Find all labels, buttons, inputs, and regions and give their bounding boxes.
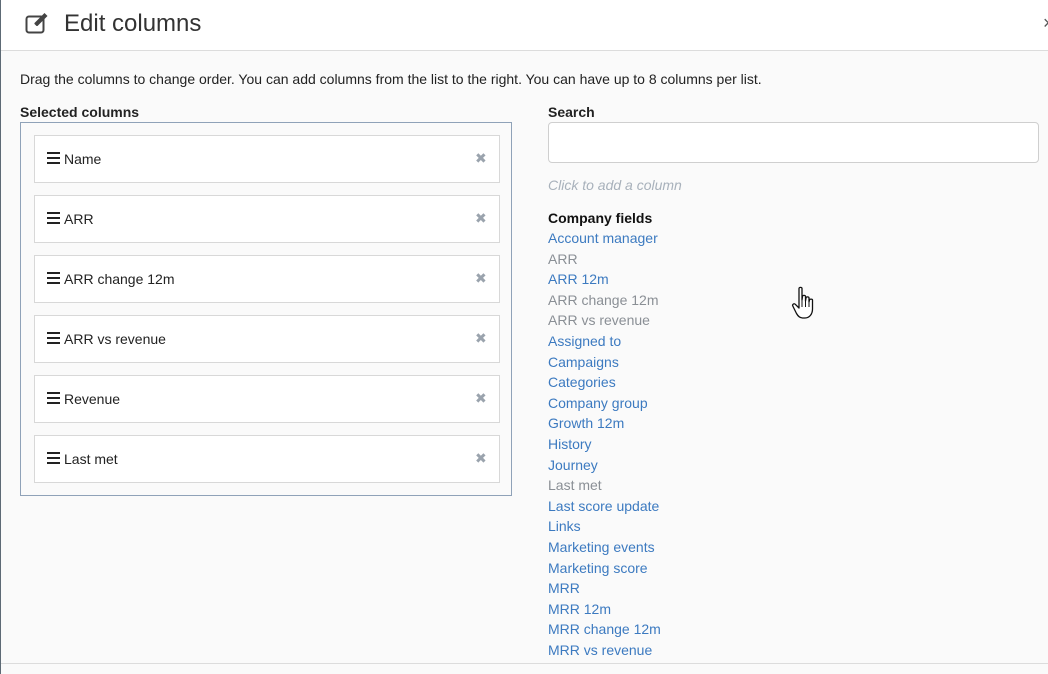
selected-column-label: Name bbox=[64, 151, 102, 167]
remove-icon[interactable]: ✖ bbox=[475, 150, 487, 167]
selected-column-item[interactable]: Name ✖ bbox=[34, 135, 500, 183]
drag-handle-icon[interactable] bbox=[47, 212, 60, 224]
drag-handle-icon[interactable] bbox=[47, 392, 60, 404]
company-fields-heading: Company fields bbox=[548, 210, 653, 226]
field-item[interactable]: Company group bbox=[548, 393, 661, 414]
remove-icon[interactable]: ✖ bbox=[475, 270, 487, 287]
field-item[interactable]: Marketing events bbox=[548, 537, 661, 558]
selected-columns-list: Name ✖ ARR ✖ ARR change 12m ✖ ARR vs rev… bbox=[20, 122, 512, 496]
field-item[interactable]: Journey bbox=[548, 455, 661, 476]
drag-handle-icon[interactable] bbox=[47, 272, 60, 284]
selected-column-label: ARR change 12m bbox=[64, 271, 175, 287]
selected-column-item[interactable]: ARR change 12m ✖ bbox=[34, 255, 500, 303]
field-item[interactable]: Links bbox=[548, 516, 661, 537]
modal-title: Edit columns bbox=[64, 10, 202, 37]
field-item: ARR vs revenue bbox=[548, 312, 650, 329]
drag-handle-icon[interactable] bbox=[47, 452, 60, 464]
selected-column-label: ARR bbox=[64, 211, 94, 227]
footer-divider bbox=[1, 663, 1048, 664]
field-item[interactable]: Account manager bbox=[548, 228, 661, 249]
field-item: ARR bbox=[548, 250, 578, 267]
selected-columns-label: Selected columns bbox=[20, 104, 140, 120]
field-item[interactable]: Campaigns bbox=[548, 352, 661, 373]
instructions-text: Drag the columns to change order. You ca… bbox=[20, 71, 762, 87]
available-fields-list: Account manager ARR ARR 12m ARR change 1… bbox=[548, 228, 661, 660]
hand-cursor-icon bbox=[791, 286, 814, 319]
field-item[interactable]: MRR 12m bbox=[548, 599, 661, 620]
remove-icon[interactable]: ✖ bbox=[475, 210, 487, 227]
close-icon[interactable]: × bbox=[1043, 13, 1048, 34]
selected-column-label: Revenue bbox=[64, 391, 121, 407]
remove-icon[interactable]: ✖ bbox=[475, 390, 487, 407]
selected-column-label: Last met bbox=[64, 451, 118, 467]
field-item[interactable]: Last score update bbox=[548, 496, 661, 517]
field-item[interactable]: History bbox=[548, 434, 661, 455]
edit-columns-modal: Edit columns × Drag the columns to chang… bbox=[0, 0, 1048, 674]
field-item[interactable]: MRR bbox=[548, 578, 661, 599]
field-item[interactable]: MRR vs revenue bbox=[548, 640, 661, 661]
selected-column-label: ARR vs revenue bbox=[64, 331, 166, 347]
add-column-hint: Click to add a column bbox=[548, 177, 682, 193]
edit-icon bbox=[25, 13, 48, 34]
field-item[interactable]: ARR 12m bbox=[548, 269, 661, 290]
selected-column-item[interactable]: Revenue ✖ bbox=[34, 375, 500, 423]
field-item: Last met bbox=[548, 477, 602, 494]
field-item[interactable]: Categories bbox=[548, 372, 661, 393]
modal-header: Edit columns × bbox=[1, 0, 1048, 51]
field-item[interactable]: MRR change 12m bbox=[548, 619, 661, 640]
field-item[interactable]: Growth 12m bbox=[548, 413, 661, 434]
field-item[interactable]: Marketing score bbox=[548, 558, 661, 579]
selected-column-item[interactable]: ARR vs revenue ✖ bbox=[34, 315, 500, 363]
selected-column-item[interactable]: ARR ✖ bbox=[34, 195, 500, 243]
selected-column-item[interactable]: Last met ✖ bbox=[34, 435, 500, 483]
remove-icon[interactable]: ✖ bbox=[475, 450, 487, 467]
search-input[interactable] bbox=[548, 122, 1039, 163]
field-item[interactable]: Assigned to bbox=[548, 331, 661, 352]
field-item: ARR change 12m bbox=[548, 291, 659, 308]
drag-handle-icon[interactable] bbox=[47, 152, 60, 164]
drag-handle-icon[interactable] bbox=[47, 332, 60, 344]
remove-icon[interactable]: ✖ bbox=[475, 330, 487, 347]
search-label: Search bbox=[548, 104, 595, 120]
